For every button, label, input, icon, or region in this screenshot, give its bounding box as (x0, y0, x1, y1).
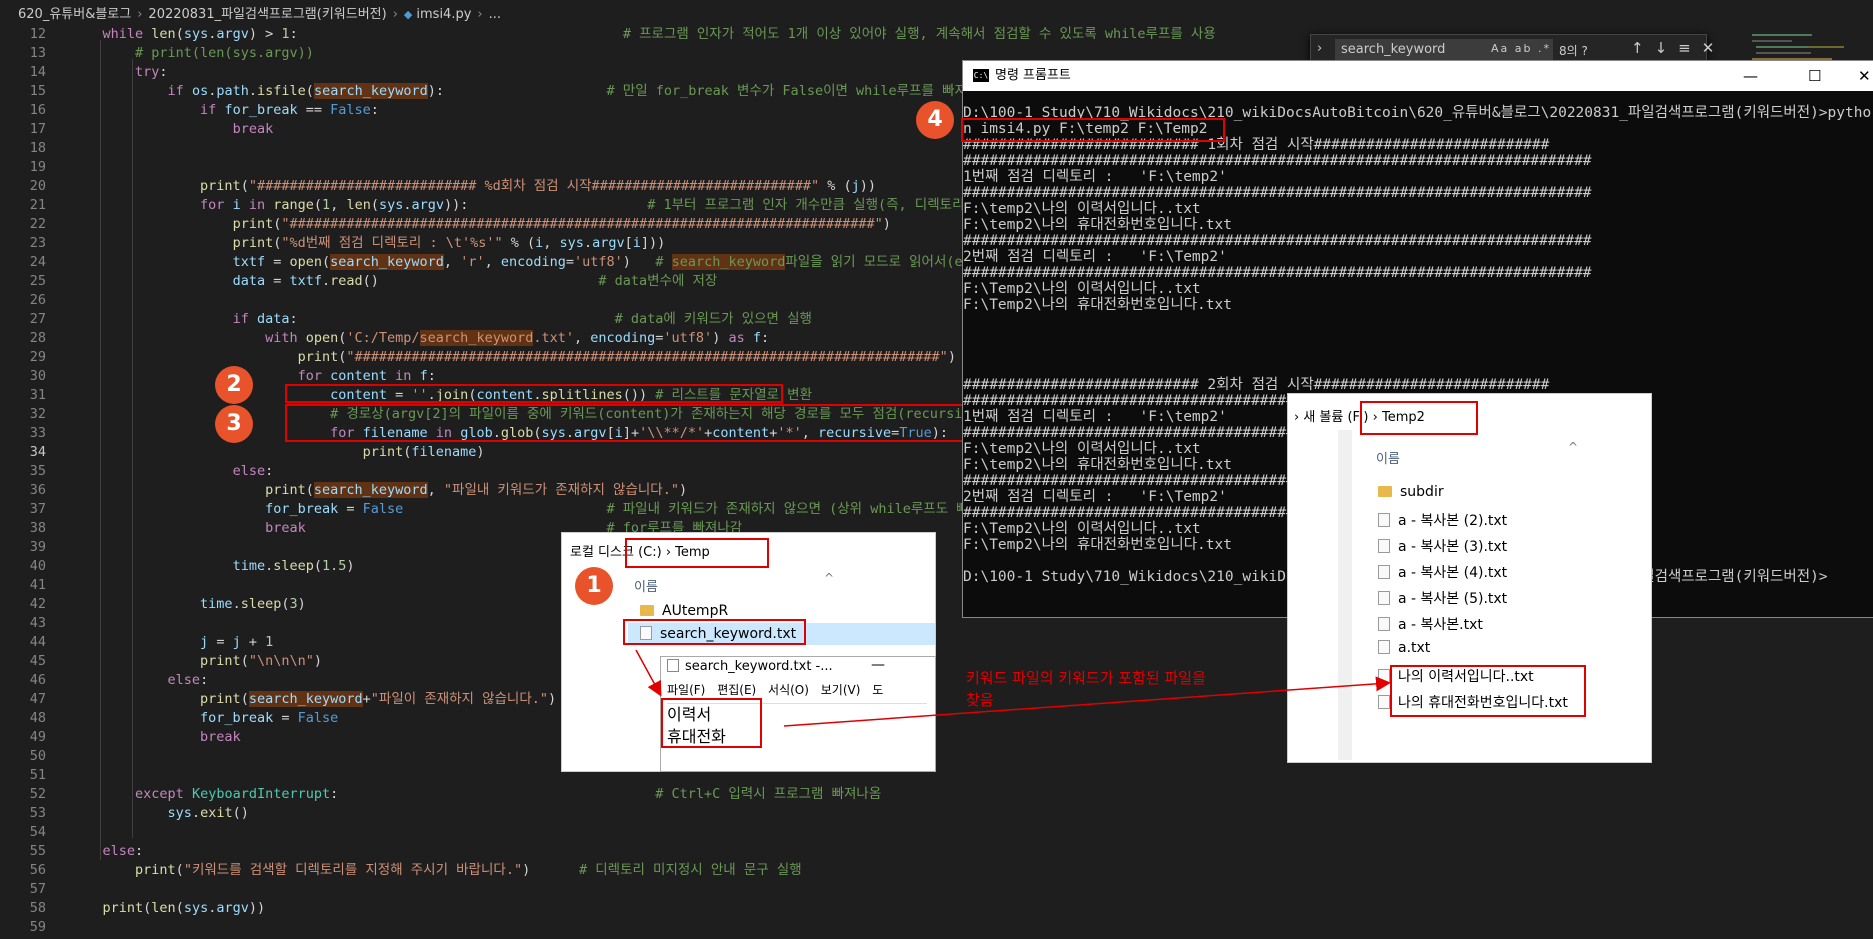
annotation-arrows (635, 649, 1391, 727)
arrow-keywords-to-files (783, 676, 1391, 727)
arrow-file-to-notepad (635, 649, 662, 697)
